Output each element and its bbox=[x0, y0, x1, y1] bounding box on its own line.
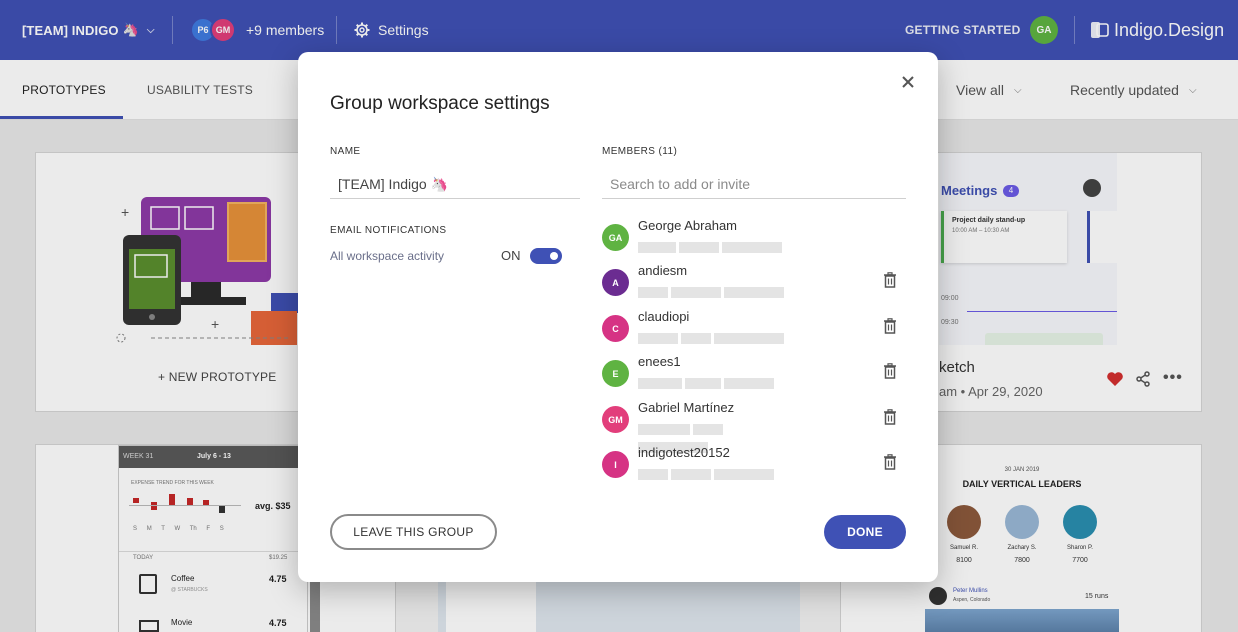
done-button[interactable]: DONE bbox=[824, 515, 906, 549]
avatar: E bbox=[602, 360, 629, 387]
member-name: andiesm bbox=[638, 263, 688, 278]
trash-icon bbox=[884, 272, 896, 288]
member-name: Gabriel Martínez bbox=[638, 400, 735, 415]
member-row: I indigotest20152 bbox=[602, 445, 912, 495]
member-row: GM Gabriel Martínez bbox=[602, 400, 912, 453]
leave-group-button[interactable]: LEAVE THIS GROUP bbox=[330, 514, 497, 550]
trash-icon bbox=[884, 318, 896, 334]
remove-member-button[interactable] bbox=[880, 452, 900, 472]
remove-member-button[interactable] bbox=[880, 270, 900, 290]
remove-member-button[interactable] bbox=[880, 361, 900, 381]
member-name: enees1 bbox=[638, 354, 681, 369]
modal-title: Group workspace settings bbox=[330, 93, 550, 114]
avatar: I bbox=[602, 451, 629, 478]
member-email-redacted bbox=[638, 285, 798, 298]
member-row: E enees1 bbox=[602, 354, 912, 404]
toggle-knob bbox=[550, 252, 558, 260]
workspace-activity-label: All workspace activity bbox=[330, 249, 445, 263]
member-email-redacted bbox=[638, 240, 798, 253]
members-label: MEMBERS (11) bbox=[602, 146, 678, 157]
member-row: A andiesm bbox=[602, 263, 912, 313]
remove-member-button[interactable] bbox=[880, 407, 900, 427]
trash-icon bbox=[884, 409, 896, 425]
member-email-redacted bbox=[638, 331, 798, 344]
close-icon bbox=[902, 76, 914, 88]
member-email-redacted bbox=[638, 376, 798, 389]
group-settings-modal: Group workspace settings NAME EMAIL NOTI… bbox=[298, 52, 938, 582]
member-email-redacted bbox=[638, 422, 798, 453]
member-search-input[interactable] bbox=[602, 170, 906, 199]
avatar: A bbox=[602, 269, 629, 296]
notifications-toggle[interactable] bbox=[530, 248, 562, 264]
member-name: claudiopi bbox=[638, 309, 690, 324]
avatar: GA bbox=[602, 224, 629, 251]
member-name: George Abraham bbox=[638, 218, 738, 233]
remove-member-button[interactable] bbox=[880, 316, 900, 336]
close-button[interactable] bbox=[898, 72, 918, 92]
toggle-state-label: ON bbox=[501, 248, 521, 263]
member-row: GA George Abraham bbox=[602, 218, 912, 268]
member-name: indigotest20152 bbox=[638, 445, 730, 460]
name-label: NAME bbox=[330, 146, 361, 157]
avatar: C bbox=[602, 315, 629, 342]
member-row: C claudiopi bbox=[602, 309, 912, 359]
trash-icon bbox=[884, 454, 896, 470]
avatar: GM bbox=[602, 406, 629, 433]
group-name-input[interactable] bbox=[330, 170, 580, 199]
email-notifications-label: EMAIL NOTIFICATIONS bbox=[330, 225, 447, 236]
trash-icon bbox=[884, 363, 896, 379]
member-email-redacted bbox=[638, 467, 798, 480]
